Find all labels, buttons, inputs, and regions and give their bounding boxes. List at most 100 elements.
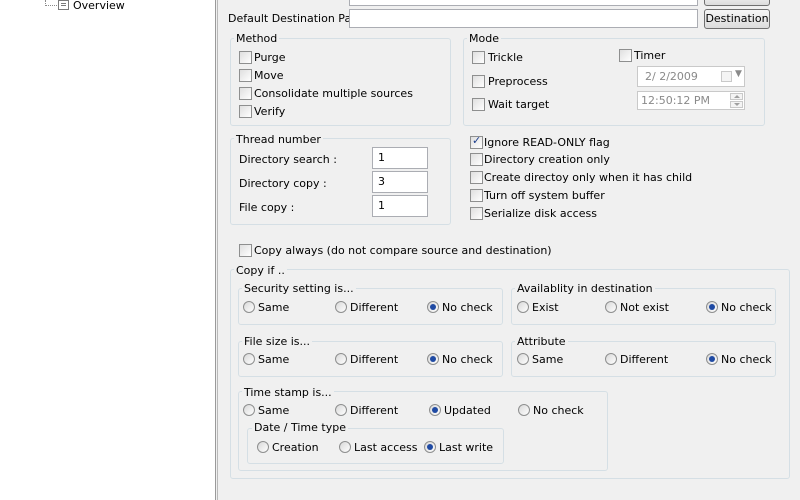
trickle-checkbox[interactable] [472, 51, 485, 64]
availability-exist-label: Exist [532, 301, 559, 314]
security-nocheck-label: No check [442, 301, 493, 314]
destination-path-input[interactable] [349, 9, 698, 28]
timer-checkbox[interactable] [619, 49, 632, 62]
timestamp-nocheck-label: No check [533, 404, 584, 417]
security-different-radio[interactable] [335, 301, 347, 313]
directory-creation-only-checkbox[interactable] [470, 153, 483, 166]
wait-target-label: Wait target [488, 98, 550, 111]
timestamp-updated-label: Updated [444, 404, 491, 417]
navigation-tree: Overview [0, 0, 216, 500]
turn-off-buffer-checkbox[interactable] [470, 189, 483, 202]
security-same-label: Same [258, 301, 290, 314]
directory-creation-only-label: Directory creation only [484, 153, 610, 166]
timestamp-same-radio[interactable] [243, 404, 255, 416]
availability-nocheck-label: No check [721, 301, 772, 314]
file-copy-label: File copy : [239, 201, 295, 214]
datetime-lastwrite-radio[interactable] [424, 441, 436, 453]
timer-label: Timer [634, 49, 666, 62]
move-checkbox[interactable] [239, 69, 252, 82]
destination-button[interactable]: Destination [704, 9, 770, 29]
calendar-check-icon[interactable] [721, 71, 732, 82]
attribute-nocheck-label: No check [721, 353, 772, 366]
preprocess-checkbox[interactable] [472, 75, 485, 88]
date-picker[interactable]: 2/ 2/2009 ▼ [637, 66, 745, 87]
time-picker[interactable]: 12:50:12 PM [637, 91, 745, 110]
chevron-down-icon[interactable]: ▼ [735, 69, 742, 79]
timestamp-same-label: Same [258, 404, 290, 417]
directory-copy-input[interactable]: 3 [372, 171, 428, 193]
time-value: 12:50:12 PM [641, 94, 711, 107]
ignore-readonly-label: Ignore READ-ONLY flag [484, 136, 610, 149]
datetime-lastaccess-radio[interactable] [339, 441, 351, 453]
attribute-same-label: Same [532, 353, 564, 366]
attribute-title: Attribute [515, 335, 568, 348]
filesize-title: File size is... [242, 335, 313, 348]
copy-if-title: Copy if .. [234, 264, 287, 277]
turn-off-buffer-label: Turn off system buffer [484, 189, 605, 202]
attribute-nocheck-radio[interactable] [706, 353, 718, 365]
serialize-disk-label: Serialize disk access [484, 207, 597, 220]
source-path-field[interactable] [349, 0, 698, 6]
filesize-nocheck-label: No check [442, 353, 493, 366]
copy-always-label: Copy always (do not compare source and d… [254, 244, 552, 257]
datetime-creation-radio[interactable] [257, 441, 269, 453]
verify-checkbox[interactable] [239, 105, 252, 118]
document-icon [58, 0, 69, 10]
create-directory-child-checkbox[interactable] [470, 171, 483, 184]
directory-copy-label: Directory copy : [239, 177, 327, 190]
availability-exist-radio[interactable] [517, 301, 529, 313]
datetime-lastaccess-label: Last access [354, 441, 418, 454]
timestamp-updated-radio[interactable] [429, 404, 441, 416]
copy-always-checkbox[interactable] [239, 244, 252, 257]
availability-notexist-label: Not exist [620, 301, 669, 314]
security-nocheck-radio[interactable] [427, 301, 439, 313]
filesize-different-radio[interactable] [335, 353, 347, 365]
serialize-disk-checkbox[interactable] [470, 207, 483, 220]
spin-up-icon[interactable] [730, 93, 743, 100]
move-label: Move [254, 69, 284, 82]
tree-connector [45, 5, 57, 6]
directory-search-value: 1 [378, 151, 385, 164]
timestamp-different-radio[interactable] [335, 404, 347, 416]
file-copy-input[interactable]: 1 [372, 195, 428, 217]
security-title: Security setting is... [242, 282, 356, 295]
filesize-different-label: Different [350, 353, 399, 366]
filesize-same-label: Same [258, 353, 290, 366]
directory-search-input[interactable]: 1 [372, 147, 428, 169]
timestamp-nocheck-radio[interactable] [518, 404, 530, 416]
file-copy-value: 1 [378, 199, 385, 212]
datetime-creation-label: Creation [272, 441, 319, 454]
attribute-different-radio[interactable] [605, 353, 617, 365]
datetime-lastwrite-label: Last write [439, 441, 494, 454]
consolidate-label: Consolidate multiple sources [254, 87, 413, 100]
source-button[interactable] [704, 0, 770, 6]
purge-checkbox[interactable] [239, 51, 252, 64]
security-same-radio[interactable] [243, 301, 255, 313]
wait-target-checkbox[interactable] [472, 98, 485, 111]
create-directory-child-label: Create directoy only when it has child [484, 171, 693, 184]
directory-copy-value: 3 [378, 175, 385, 188]
ignore-readonly-checkbox[interactable] [470, 134, 483, 149]
availability-nocheck-radio[interactable] [706, 301, 718, 313]
timestamp-title: Time stamp is... [242, 386, 334, 399]
filesize-same-radio[interactable] [243, 353, 255, 365]
spin-down-icon[interactable] [730, 101, 743, 108]
availability-notexist-radio[interactable] [605, 301, 617, 313]
purge-label: Purge [254, 51, 286, 64]
security-different-label: Different [350, 301, 399, 314]
verify-label: Verify [254, 105, 286, 118]
trickle-label: Trickle [488, 51, 523, 64]
availability-title: Availablity in destination [515, 282, 655, 295]
settings-panel: Default Destination Path : Destination M… [217, 0, 800, 500]
date-value: 2/ 2/2009 [645, 70, 698, 83]
datetime-type-title: Date / Time type [252, 421, 348, 434]
timestamp-different-label: Different [350, 404, 399, 417]
tree-item-overview[interactable]: Overview [73, 0, 125, 12]
thread-number-title: Thread number [234, 133, 323, 146]
method-title: Method [234, 32, 280, 45]
directory-search-label: Directory search : [239, 153, 337, 166]
filesize-nocheck-radio[interactable] [427, 353, 439, 365]
consolidate-checkbox[interactable] [239, 87, 252, 100]
attribute-same-radio[interactable] [517, 353, 529, 365]
preprocess-label: Preprocess [488, 75, 548, 88]
